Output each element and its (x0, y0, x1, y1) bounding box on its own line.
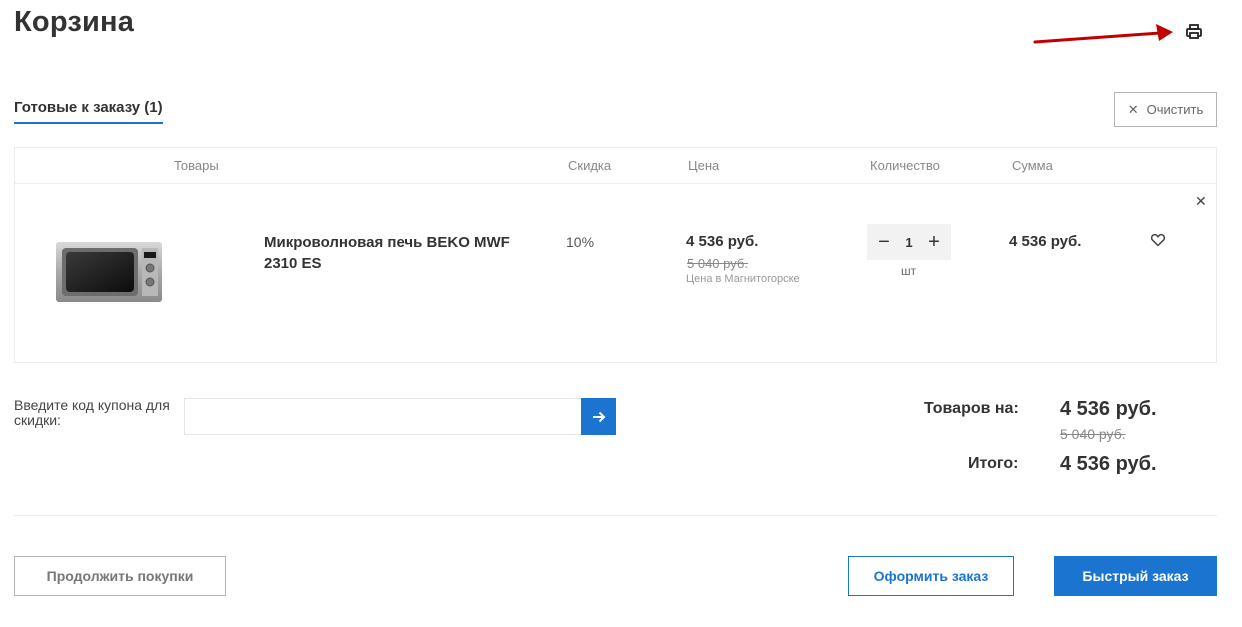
product-name-link[interactable]: Микроволновая печь BEKO MWF 2310 ES (264, 232, 534, 274)
column-header-sum: Сумма (1012, 158, 1053, 173)
page-title: Корзина (14, 6, 135, 38)
goods-total-value: 4 536 руб. (1060, 398, 1157, 420)
remove-item-icon[interactable]: ✕ (1195, 193, 1207, 210)
table-header-divider (14, 183, 1217, 184)
close-icon: ✕ (1127, 101, 1139, 117)
coupon-input[interactable] (184, 398, 582, 435)
grand-total-label: Итого: (968, 455, 1019, 472)
checkout-button[interactable]: Оформить заказ (848, 556, 1014, 596)
product-image[interactable] (54, 238, 164, 306)
column-header-price: Цена (688, 158, 720, 173)
coupon-label: Введите код купона для скидки: (14, 397, 170, 428)
quantity-stepper: − 1 + (867, 224, 951, 260)
product-sum: 4 536 руб. (1009, 233, 1082, 250)
goods-total-old: 5 040 руб. (1060, 426, 1126, 442)
coupon-submit-button[interactable] (581, 398, 616, 435)
cart-table (14, 147, 1217, 363)
printer-icon[interactable] (1184, 22, 1204, 42)
product-price: 4 536 руб. (686, 233, 759, 250)
product-old-price: 5 040 руб. (687, 256, 748, 271)
continue-shopping-button[interactable]: Продолжить покупки (14, 556, 226, 596)
clear-cart-button[interactable]: ✕ Очистить (1114, 92, 1217, 127)
column-header-discount: Скидка (568, 158, 612, 173)
quick-order-button[interactable]: Быстрый заказ (1054, 556, 1217, 596)
grand-total-value: 4 536 руб. (1060, 453, 1157, 475)
tab-ready-to-order[interactable]: Готовые к заказу (1) (14, 99, 163, 124)
goods-total-label: Товаров на: (924, 400, 1019, 417)
annotation-arrow (1033, 24, 1173, 44)
arrow-right-icon (592, 411, 605, 422)
quantity-unit: шт (901, 264, 917, 278)
plus-icon[interactable]: + (925, 232, 943, 252)
minus-icon[interactable]: − (875, 232, 893, 252)
footer-divider (14, 515, 1217, 516)
column-header-quantity: Количество (870, 158, 940, 173)
product-discount: 10% (566, 234, 595, 250)
favorite-heart-icon[interactable] (1150, 232, 1166, 248)
clear-cart-label: Очистить (1146, 102, 1204, 117)
column-header-goods: Товары (174, 158, 219, 173)
product-price-note: Цена в Магнитогорске (686, 273, 800, 285)
quantity-value[interactable]: 1 (905, 235, 912, 250)
